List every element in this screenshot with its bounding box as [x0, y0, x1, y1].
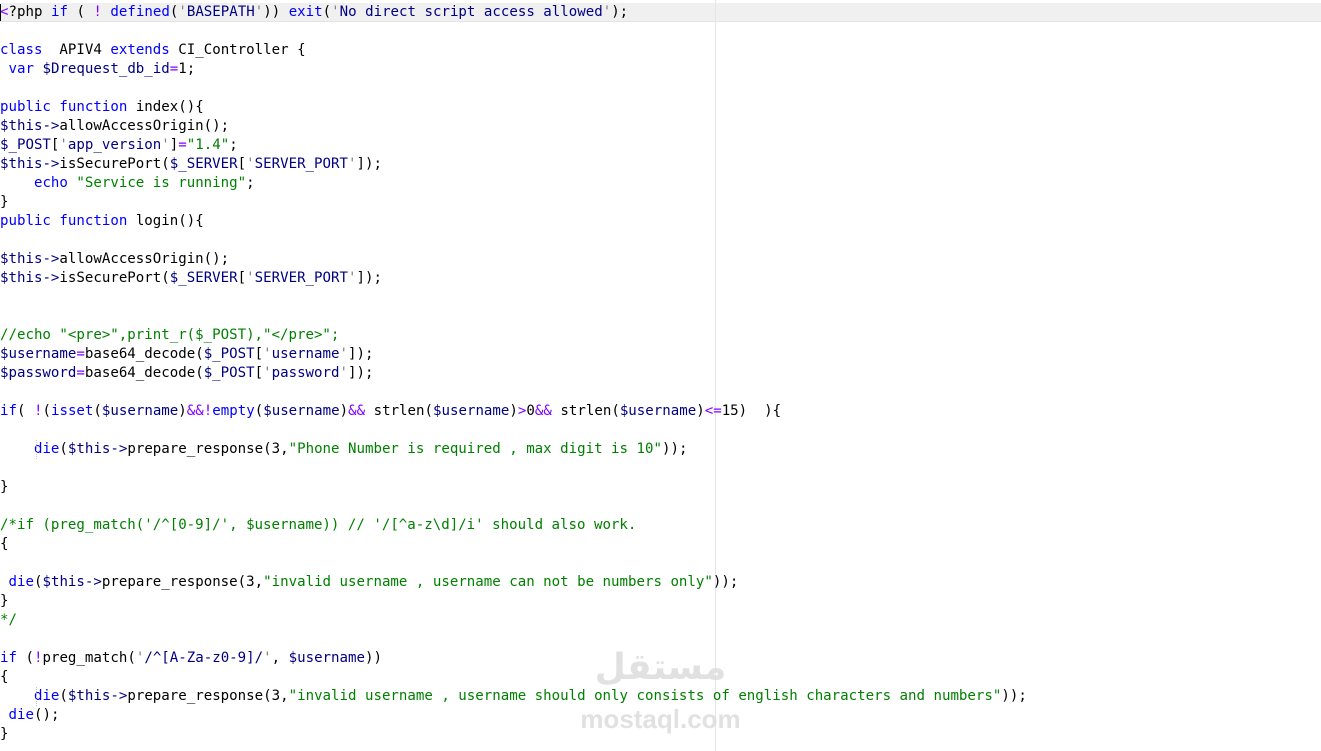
code-line[interactable]: var $Drequest_db_id=1;: [0, 60, 196, 79]
code-line[interactable]: //echo "<pre>",print_r($_POST),"</pre>";: [0, 326, 339, 345]
code-line[interactable]: $_POST['app_version']="1.4";: [0, 136, 238, 155]
code-line[interactable]: public function login(){: [0, 212, 204, 231]
code-line[interactable]: {: [0, 535, 9, 554]
code-line[interactable]: class APIV4 extends CI_Controller {: [0, 41, 306, 60]
code-line[interactable]: }: [0, 193, 9, 212]
indent-guide: [36, 440, 37, 459]
text-cursor: [0, 4, 1, 21]
code-line[interactable]: die($this->prepare_response(3,"invalid u…: [0, 573, 739, 592]
code-line[interactable]: echo "Service is running";: [0, 174, 255, 193]
code-line[interactable]: $this->isSecurePort($_SERVER['SERVER_POR…: [0, 269, 382, 288]
code-line[interactable]: }: [0, 725, 9, 744]
code-line[interactable]: /*if (preg_match('/^[0-9]/', $username))…: [0, 516, 636, 535]
code-editor[interactable]: <?php if ( ! defined('BASEPATH')) exit('…: [0, 0, 1321, 751]
code-line[interactable]: die($this->prepare_response(3,"invalid u…: [0, 687, 1027, 706]
code-line[interactable]: die();: [0, 706, 60, 725]
code-line[interactable]: $this->isSecurePort($_SERVER['SERVER_POR…: [0, 155, 382, 174]
edge-column-guide: [715, 0, 716, 751]
code-line[interactable]: }: [0, 478, 9, 497]
code-line[interactable]: $username=base64_decode($_POST['username…: [0, 345, 373, 364]
code-line[interactable]: $this->allowAccessOrigin();: [0, 250, 229, 269]
code-line[interactable]: <?php if ( ! defined('BASEPATH')) exit('…: [0, 3, 628, 22]
code-line[interactable]: if( !(isset($username)&&!empty($username…: [0, 402, 781, 421]
code-line[interactable]: $password=base64_decode($_POST['password…: [0, 364, 373, 383]
code-line[interactable]: {: [0, 668, 9, 687]
code-line[interactable]: if (!preg_match('/^[A-Za-z0-9]/', $usern…: [0, 649, 382, 668]
code-line[interactable]: }: [0, 592, 9, 611]
indent-guide: [36, 687, 37, 706]
code-line[interactable]: */: [0, 611, 17, 630]
code-line[interactable]: public function index(){: [0, 98, 204, 117]
code-line[interactable]: die($this->prepare_response(3,"Phone Num…: [0, 440, 687, 459]
code-line[interactable]: $this->allowAccessOrigin();: [0, 117, 229, 136]
